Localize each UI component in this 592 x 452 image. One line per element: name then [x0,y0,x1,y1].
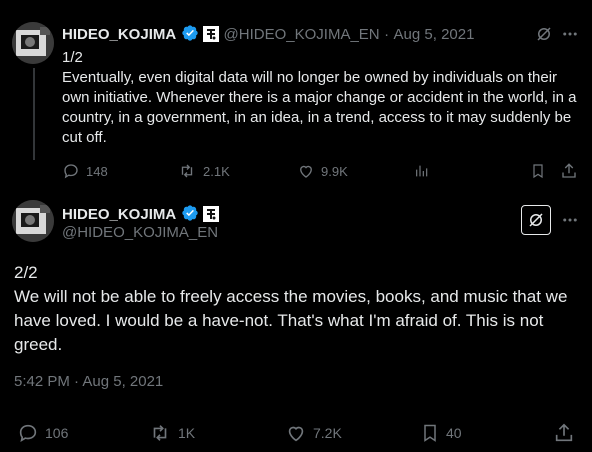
repost-button[interactable]: 2.1K [177,162,230,180]
handle[interactable]: @HIDEO_KOJIMA_EN [62,224,218,241]
repost-icon [181,164,193,178]
tweet-text: 2/2 We will not be able to freely access… [14,261,579,357]
reply-button[interactable]: 106 [17,422,68,444]
reply-count: 148 [86,163,108,179]
affiliate-badge-icon [203,26,220,42]
tweet-body: Eventually, even digital data will no lo… [62,69,577,146]
more-icon[interactable] [561,25,579,43]
display-name[interactable]: HIDEO_KOJIMA [62,206,176,223]
repost-button[interactable]: 1K [148,422,195,444]
handle[interactable]: @HIDEO_KOJIMA_EN [224,26,380,43]
verified-badge-icon [181,204,199,222]
views-button[interactable] [414,162,430,180]
repost-count: 2.1K [203,163,230,179]
bookmark-count: 40 [446,425,462,441]
thread-connector [33,68,35,160]
tweet-body: We will not be able to freely access the… [14,287,568,354]
grok-icon[interactable] [535,25,553,43]
reply-icon [64,164,78,179]
thread-part: 1/2 [62,49,83,66]
share-icon[interactable] [560,162,578,180]
tweet-date[interactable]: Aug 5, 2021 [394,26,475,43]
share-icon[interactable] [553,422,575,444]
avatar[interactable] [12,200,54,242]
reply-count: 106 [45,425,69,441]
separator: · [384,26,390,43]
tweet-timestamp[interactable]: 5:42 PM · Aug 5, 2021 [14,373,163,390]
tweet-header: HIDEO_KOJIMA @HIDEO_KOJIMA_EN · Aug 5, 2… [62,24,474,44]
like-count: 9.9K [321,163,348,179]
like-button[interactable]: 7.2K [285,422,342,444]
author-name-row: HIDEO_KOJIMA [62,204,220,224]
repost-icon [153,425,167,441]
verified-badge-icon [181,24,199,42]
avatar[interactable] [12,22,54,64]
more-icon[interactable] [561,211,579,229]
like-count: 7.2K [313,425,342,441]
reply-icon [19,424,37,443]
like-icon [288,426,304,442]
like-icon [300,165,312,178]
like-button[interactable]: 9.9K [297,162,348,180]
affiliate-badge-icon [203,206,220,222]
grok-icon[interactable] [521,205,551,235]
repost-count: 1K [178,425,196,441]
bookmark-icon[interactable] [530,162,546,180]
bookmark-button[interactable]: 40 [420,422,462,444]
thread-part: 2/2 [14,263,38,282]
bookmark-icon [424,424,436,442]
display-name[interactable]: HIDEO_KOJIMA [62,26,176,43]
reply-button[interactable]: 148 [62,162,108,180]
views-icon [416,165,428,177]
tweet-text: 1/2 Eventually, even digital data will n… [62,48,582,148]
